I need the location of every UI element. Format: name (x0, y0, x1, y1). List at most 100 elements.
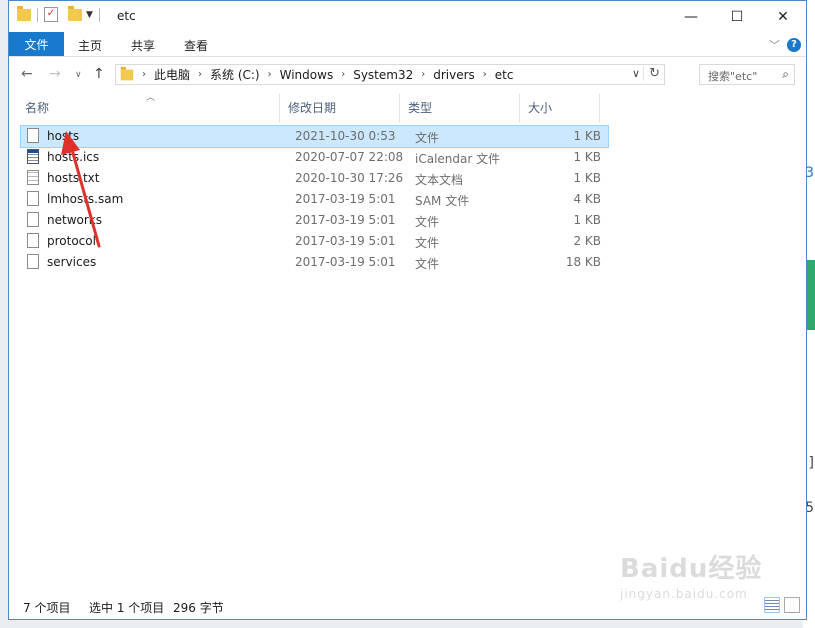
selected-count: 选中 1 个项目 (89, 601, 165, 615)
chevron-right-icon[interactable]: › (198, 69, 202, 80)
file-name: lmhosts.sam (47, 192, 124, 206)
file-date: 2020-07-07 22:08 (295, 150, 404, 164)
search-placeholder: 搜索"etc" (708, 70, 758, 83)
column-type[interactable]: 类型 (400, 93, 520, 123)
file-name: hosts (47, 129, 80, 143)
file-size: 4 KB (573, 192, 601, 206)
file-size: 1 KB (573, 129, 601, 143)
item-count: 7 个项目 (23, 601, 71, 615)
watermark-logo: Baidu经验 (620, 554, 763, 584)
customize-toolbar-icon[interactable]: ▼ (86, 10, 93, 20)
ribbon-tabs: 文件 主页 共享 查看 ﹀ ? (9, 32, 806, 57)
breadcrumb-system-c[interactable]: 系统 (C:) (210, 66, 260, 83)
address-dropdown-icon[interactable]: ∨ (632, 67, 640, 80)
file-list: hosts 2021-10-30 0:53 文件 1 KB hosts.ics … (20, 125, 609, 273)
file-icon (27, 254, 39, 269)
navigation-bar: ← → ∨ ↑ › 此电脑 › 系统 (C:) › Windows › Syst… (9, 57, 806, 93)
file-date: 2021-10-30 0:53 (295, 129, 396, 143)
file-size: 1 KB (573, 213, 601, 227)
details-view-icon[interactable] (764, 597, 780, 613)
search-icon[interactable]: ⌕ (782, 67, 789, 82)
file-date: 2017-03-19 5:01 (295, 192, 396, 206)
file-date: 2020-10-30 17:26 (295, 171, 404, 185)
minimize-button[interactable]: — (668, 1, 714, 32)
file-name: services (47, 255, 97, 269)
file-size: 1 KB (573, 171, 601, 185)
file-row[interactable]: hosts.txt 2020-10-30 17:26 文本文档 1 KB (21, 168, 608, 189)
watermark-url: jingyan.baidu.com (620, 587, 748, 601)
file-date: 2017-03-19 5:01 (295, 213, 396, 227)
column-date-modified[interactable]: 修改日期 (280, 93, 400, 123)
column-name[interactable]: 名称 (17, 93, 280, 123)
help-icon[interactable]: ? (787, 38, 801, 52)
calendar-file-icon (27, 149, 39, 164)
watermark: Baidu经验 jingyan.baidu.com (620, 548, 762, 601)
file-row[interactable]: hosts 2021-10-30 0:53 文件 1 KB (20, 125, 609, 148)
recent-locations-icon[interactable]: ∨ (75, 70, 82, 80)
breadcrumb-system32[interactable]: System32 (353, 68, 413, 82)
file-type: SAM 文件 (415, 194, 470, 208)
back-arrow-icon[interactable]: ← (21, 66, 33, 82)
file-row[interactable]: lmhosts.sam 2017-03-19 5:01 SAM 文件 4 KB (21, 189, 608, 210)
chevron-right-icon[interactable]: › (483, 69, 487, 80)
file-icon (27, 212, 39, 227)
maximize-button[interactable]: ☐ (714, 1, 760, 32)
breadcrumb-etc[interactable]: etc (495, 68, 514, 82)
chevron-right-icon[interactable]: › (268, 69, 272, 80)
large-icons-view-icon[interactable] (784, 597, 800, 613)
file-type: 文件 (415, 215, 440, 229)
properties-icon[interactable]: ✓ (44, 7, 58, 22)
folder-icon (120, 66, 134, 80)
breadcrumb-this-pc[interactable]: 此电脑 (154, 66, 190, 83)
selected-size: 296 字节 (173, 601, 224, 615)
file-row[interactable]: protocol 2017-03-19 5:01 文件 2 KB (21, 231, 608, 252)
file-type: 文件 (415, 236, 440, 250)
text-file-icon (27, 170, 39, 185)
new-folder-icon[interactable] (68, 5, 82, 21)
column-headers: ︿ 名称 修改日期 类型 大小 (9, 93, 806, 123)
file-icon (27, 191, 39, 206)
background-edge-letter: ] (808, 455, 814, 471)
title-bar: ✓ ▼ etc — ☐ ✕ (9, 1, 806, 32)
divider (37, 7, 38, 22)
address-bar[interactable]: › 此电脑 › 系统 (C:) › Windows › System32 › d… (115, 64, 665, 85)
refresh-icon[interactable]: ↻ (643, 66, 660, 81)
file-type: 文件 (415, 131, 440, 145)
file-name: protocol (47, 234, 96, 248)
file-row[interactable]: services 2017-03-19 5:01 文件 18 KB (21, 252, 608, 273)
file-icon (27, 233, 39, 248)
chevron-right-icon[interactable]: › (341, 69, 345, 80)
file-icon (27, 128, 39, 143)
close-button[interactable]: ✕ (760, 1, 806, 32)
file-row[interactable]: networks 2017-03-19 5:01 文件 1 KB (21, 210, 608, 231)
forward-arrow-icon[interactable]: → (49, 66, 61, 82)
chevron-right-icon[interactable]: › (421, 69, 425, 80)
chevron-right-icon[interactable]: › (142, 69, 146, 80)
expand-ribbon-icon[interactable]: ﹀ (769, 37, 780, 53)
file-name: hosts.ics (47, 150, 100, 164)
breadcrumb-drivers[interactable]: drivers (433, 68, 475, 82)
divider (98, 7, 100, 22)
folder-icon[interactable] (17, 5, 31, 21)
file-size: 1 KB (573, 150, 601, 164)
file-size: 18 KB (565, 255, 601, 269)
breadcrumb-windows[interactable]: Windows (280, 68, 334, 82)
file-name: hosts.txt (47, 171, 100, 185)
column-size[interactable]: 大小 (520, 93, 600, 123)
up-arrow-icon[interactable]: ↑ (93, 66, 105, 82)
file-date: 2017-03-19 5:01 (295, 255, 396, 269)
search-input[interactable]: 搜索"etc" ⌕ (699, 64, 795, 85)
file-size: 2 KB (573, 234, 601, 248)
tab-home[interactable]: 主页 (78, 37, 102, 54)
tab-view[interactable]: 查看 (184, 37, 208, 54)
tab-share[interactable]: 共享 (131, 37, 155, 54)
file-name: networks (47, 213, 102, 227)
file-explorer-window: ✓ ▼ etc — ☐ ✕ 文件 主页 共享 查看 ﹀ ? ← → ∨ ↑ › … (8, 0, 807, 620)
file-type: 文件 (415, 257, 440, 271)
file-date: 2017-03-19 5:01 (295, 234, 396, 248)
file-row[interactable]: hosts.ics 2020-07-07 22:08 iCalendar 文件 … (21, 147, 608, 168)
quick-access-toolbar: ✓ ▼ (17, 5, 102, 22)
file-type: iCalendar 文件 (415, 152, 501, 166)
file-type: 文本文档 (415, 173, 464, 187)
tab-file[interactable]: 文件 (9, 32, 64, 56)
